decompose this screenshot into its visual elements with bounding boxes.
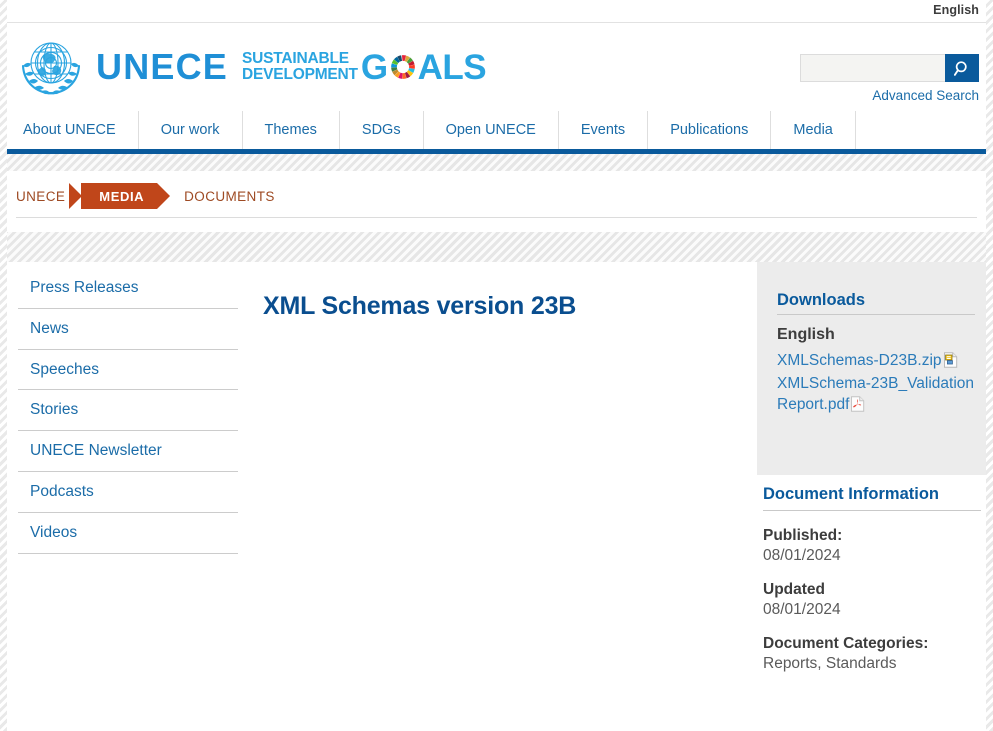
- nav-item-our-work[interactable]: Our work: [139, 111, 243, 149]
- search-button[interactable]: [945, 54, 979, 82]
- page-title: XML Schemas version 23B: [263, 291, 577, 320]
- un-emblem-icon: [21, 42, 81, 95]
- downloads-file-list: XMLSchemas-D23B.zip XMLSchema-23B_Valida…: [777, 350, 977, 417]
- sidebar-item-unece-newsletter[interactable]: UNECE Newsletter: [18, 431, 238, 473]
- sdg-goals-g: G: [360, 47, 388, 87]
- document-categories-value: Reports, Standards: [763, 655, 897, 672]
- nav-item-themes[interactable]: Themes: [243, 111, 340, 149]
- sdg-line-1: SUSTAINABLE: [242, 50, 349, 68]
- breadcrumb-item-media[interactable]: MEDIA: [69, 183, 171, 209]
- nav-item-events[interactable]: Events: [559, 111, 649, 149]
- main-navigation: About UNECE Our work Themes SDGs Open UN…: [0, 111, 993, 149]
- download-item-pdf: XMLSchema-23B_ValidationReport.pdf: [777, 373, 977, 417]
- download-link-zip[interactable]: XMLSchemas-D23B.zip: [777, 352, 942, 369]
- breadcrumb-divider: [16, 217, 977, 218]
- search-box: [800, 54, 979, 82]
- media-sidebar: Press Releases News Speeches Stories UNE…: [18, 268, 238, 554]
- nav-item-media[interactable]: Media: [771, 111, 856, 149]
- published-label: Published:: [763, 527, 843, 544]
- download-link-pdf[interactable]: XMLSchema-23B_ValidationReport.pdf: [777, 375, 974, 413]
- sdg-logo: SUSTAINABLE DEVELOPMENT G ALS: [242, 47, 487, 87]
- brand-name: UNECE: [96, 46, 229, 87]
- nav-item-publications[interactable]: Publications: [648, 111, 772, 149]
- downloads-heading: Downloads: [777, 291, 866, 309]
- download-item-zip: XMLSchemas-D23B.zip: [777, 350, 977, 373]
- breadcrumb-media-label: MEDIA: [81, 183, 158, 209]
- downloads-language-label: English: [777, 326, 835, 343]
- language-bar: English: [0, 0, 993, 23]
- document-information-heading: Document Information: [763, 485, 939, 503]
- sidebar-item-press-releases[interactable]: Press Releases: [18, 268, 238, 309]
- page-edge-hatch-left: [0, 0, 7, 731]
- search-input[interactable]: [800, 54, 945, 82]
- nav-item-open-unece[interactable]: Open UNECE: [424, 111, 559, 149]
- updated-value: 08/01/2024: [763, 601, 841, 618]
- updated-label: Updated: [763, 581, 825, 598]
- sdg-color-wheel-icon: [390, 55, 415, 79]
- document-info-field-published: Published: 08/01/2024: [757, 527, 993, 565]
- sidebar-item-videos[interactable]: Videos: [18, 513, 238, 554]
- sdg-line-2: DEVELOPMENT: [242, 66, 358, 83]
- document-info-field-updated: Updated 08/01/2024: [757, 581, 993, 619]
- document-information-panel: Document Information Published: 08/01/20…: [757, 485, 993, 673]
- hatch-band-lower: [0, 232, 993, 262]
- zip-file-icon: [943, 352, 958, 373]
- page-edge-hatch-right: [986, 0, 993, 731]
- site-logo[interactable]: UNECE SUSTAINABLE DEVELOPMENT G ALS: [16, 36, 487, 98]
- advanced-search-link[interactable]: Advanced Search: [872, 88, 979, 103]
- breadcrumb: UNECE MEDIA DOCUMENTS: [16, 183, 275, 209]
- published-value: 08/01/2024: [763, 547, 841, 564]
- breadcrumb-item-documents[interactable]: DOCUMENTS: [184, 189, 275, 204]
- sidebar-item-podcasts[interactable]: Podcasts: [18, 472, 238, 513]
- search-icon: [953, 60, 967, 76]
- pdf-file-icon: [850, 396, 865, 417]
- document-information-divider: [763, 510, 981, 511]
- document-categories-label: Document Categories:: [763, 635, 929, 652]
- breadcrumb-item-unece[interactable]: UNECE: [16, 189, 65, 204]
- header-band: UNECE SUSTAINABLE DEVELOPMENT G ALS Adva…: [0, 24, 993, 110]
- sidebar-item-speeches[interactable]: Speeches: [18, 350, 238, 391]
- sidebar-item-stories[interactable]: Stories: [18, 390, 238, 432]
- document-info-field-categories: Document Categories: Reports, Standards: [757, 635, 993, 673]
- page-root: English UNECE SUSTAINABLE DEVELOPMENT G …: [0, 0, 993, 731]
- language-selector[interactable]: English: [933, 3, 979, 17]
- chevron-right-arrow-icon: [157, 183, 171, 209]
- sdg-goals-als: ALS: [417, 47, 487, 87]
- breadcrumb-zone: UNECE MEDIA DOCUMENTS: [0, 171, 993, 232]
- hatch-band-upper: [0, 154, 993, 171]
- nav-item-about-unece[interactable]: About UNECE: [0, 111, 139, 149]
- sidebar-item-news[interactable]: News: [18, 309, 238, 350]
- nav-item-sdgs[interactable]: SDGs: [340, 111, 424, 149]
- downloads-divider: [777, 314, 975, 315]
- downloads-panel: Downloads English XMLSchemas-D23B.zip XM…: [757, 262, 993, 475]
